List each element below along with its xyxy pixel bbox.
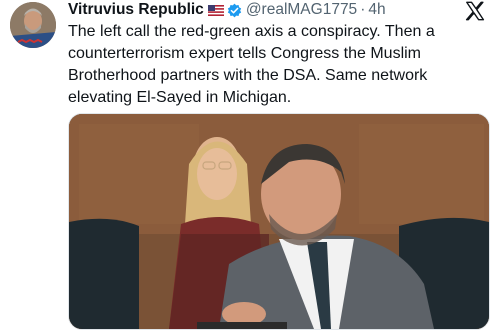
us-flag-icon bbox=[207, 4, 224, 16]
post-header: Vitruvius Republic @realMAG1775 · 4h bbox=[68, 0, 386, 20]
post-text: The left call the red-green axis a consp… bbox=[68, 21, 488, 109]
post-media-video[interactable] bbox=[68, 113, 490, 330]
post-text-line: The left call the red-green axis a consp… bbox=[68, 23, 435, 40]
display-name[interactable]: Vitruvius Republic bbox=[68, 1, 204, 19]
post-text-line: Brotherhood partners with the DSA. Same … bbox=[68, 67, 428, 84]
post: Vitruvius Republic @realMAG1775 · 4h The… bbox=[0, 0, 500, 330]
user-handle[interactable]: @realMAG1775 bbox=[246, 1, 357, 19]
verified-badge-icon[interactable] bbox=[227, 3, 242, 18]
x-logo-icon[interactable] bbox=[464, 0, 486, 22]
post-timestamp[interactable]: 4h bbox=[368, 1, 385, 19]
avatar-image bbox=[10, 2, 56, 48]
post-text-line: elevating El-Sayed in Michigan. bbox=[68, 89, 292, 106]
avatar[interactable] bbox=[10, 2, 56, 48]
video-frame-image bbox=[69, 114, 489, 329]
separator-dot: · bbox=[360, 1, 366, 18]
post-text-line: counterterrorism expert tells Congress t… bbox=[68, 45, 422, 62]
